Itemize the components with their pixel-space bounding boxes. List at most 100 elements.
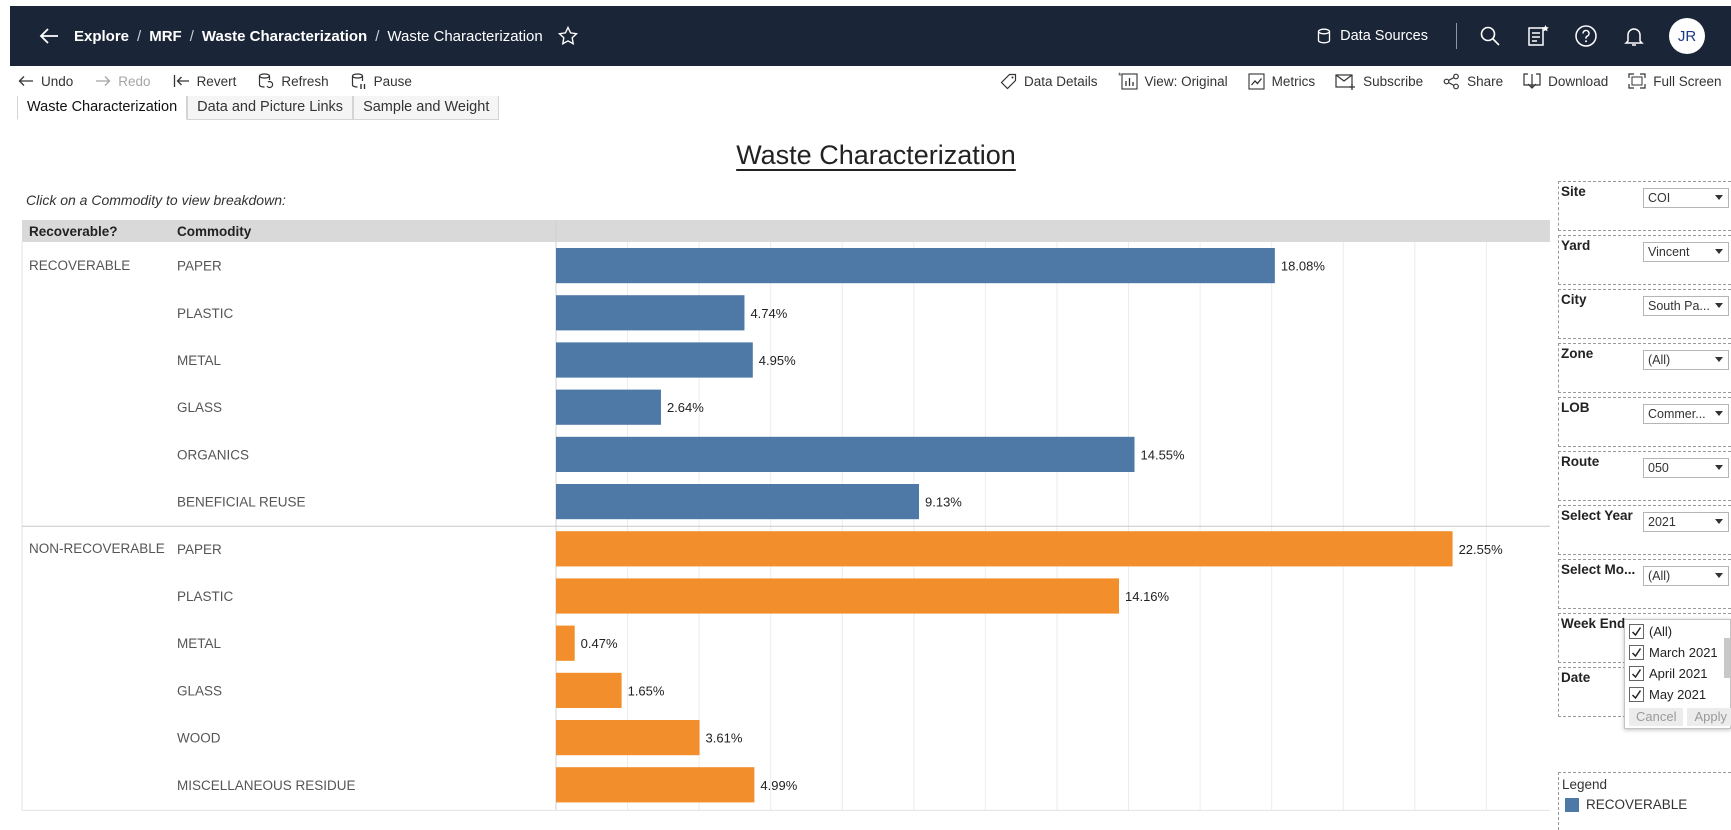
checkmark-icon xyxy=(1631,627,1642,637)
group-label-recoverable: RECOVERABLE xyxy=(29,258,130,273)
chevron-down-icon xyxy=(1715,357,1723,362)
commodity-label[interactable]: METAL xyxy=(177,353,221,368)
chevron-down-icon xyxy=(1715,519,1723,524)
chevron-down-icon xyxy=(1715,303,1723,308)
filter-value: South Pa... xyxy=(1648,299,1710,313)
checkmark-icon xyxy=(1631,669,1642,679)
filter-label: Date xyxy=(1561,670,1591,685)
month-option[interactable]: (All) xyxy=(1629,624,1672,639)
filter-label: Yard xyxy=(1561,238,1591,253)
filter-label: LOB xyxy=(1561,400,1590,415)
data-label: 1.65% xyxy=(628,683,665,698)
data-label: 0.47% xyxy=(581,636,618,651)
bar-recoverable-organics[interactable] xyxy=(556,436,1135,472)
dropdown-actions: Cancel Apply xyxy=(1629,708,1731,726)
legend: Legend RECOVERABLE xyxy=(1558,772,1731,830)
bar-non-recoverable-glass[interactable] xyxy=(556,672,622,708)
filter-select-route[interactable]: 050 xyxy=(1643,458,1729,478)
commodity-label[interactable]: PAPER xyxy=(177,259,222,274)
filter-value: (All) xyxy=(1648,353,1671,367)
checkbox[interactable] xyxy=(1629,624,1644,639)
filter-label: Route xyxy=(1561,454,1600,469)
bar-non-recoverable-paper[interactable] xyxy=(556,531,1453,567)
checkbox[interactable] xyxy=(1629,645,1644,660)
filter-select-yard[interactable]: Vincent xyxy=(1643,242,1729,262)
filter-label: Select Year xyxy=(1561,508,1633,523)
select-month-dropdown: Cancel Apply (All) March 2021 April 2021 Ma… xyxy=(1624,619,1731,729)
filter-select-site[interactable]: COI xyxy=(1643,188,1729,208)
filter-zone: Zone (All) xyxy=(1558,343,1731,393)
legend-item-recoverable[interactable]: RECOVERABLE xyxy=(1565,797,1687,812)
bar-non-recoverable-miscellaneous-residue[interactable] xyxy=(556,767,755,803)
legend-swatch xyxy=(1565,797,1579,812)
group-label-non-recoverable: NON-RECOVERABLE xyxy=(29,541,165,556)
month-option-label: May 2021 xyxy=(1649,687,1707,702)
legend-item-label: RECOVERABLE xyxy=(1586,797,1688,812)
data-label: 2.64% xyxy=(667,400,704,415)
filter-value: Vincent xyxy=(1648,245,1690,259)
month-option-label: (All) xyxy=(1649,624,1673,639)
filter-select-select-year[interactable]: 2021 xyxy=(1643,512,1729,532)
commodity-label[interactable]: PLASTIC xyxy=(177,306,234,321)
month-option-label: March 2021 xyxy=(1649,645,1718,660)
filter-label: Week End xyxy=(1561,616,1626,631)
commodity-label[interactable]: PLASTIC xyxy=(177,589,234,604)
data-label: 4.74% xyxy=(750,306,787,321)
data-label: 22.55% xyxy=(1459,542,1504,557)
filter-select-city[interactable]: South Pa... xyxy=(1643,296,1729,316)
checkmark-icon xyxy=(1631,648,1642,658)
filter-value: (All) xyxy=(1648,569,1671,583)
filter-label: Zone xyxy=(1561,346,1594,361)
filter-select-select-mo[interactable]: (All) xyxy=(1643,566,1729,586)
apply-button[interactable]: Apply xyxy=(1687,708,1731,726)
filter-label: Site xyxy=(1561,184,1586,199)
commodity-label[interactable]: METAL xyxy=(177,636,221,651)
bar-recoverable-glass[interactable] xyxy=(556,389,661,425)
column-header-commodity: Commodity xyxy=(177,224,252,239)
filter-value: 050 xyxy=(1648,461,1669,475)
checkmark-icon xyxy=(1631,690,1642,700)
filter-site: Site COI xyxy=(1558,181,1731,231)
bar-recoverable-beneficial-reuse[interactable] xyxy=(556,484,920,520)
month-option[interactable]: April 2021 xyxy=(1629,666,1708,681)
legend-title: Legend xyxy=(1562,777,1608,792)
commodity-label[interactable]: BENEFICIAL REUSE xyxy=(177,495,306,510)
checkbox[interactable] xyxy=(1629,687,1644,702)
filter-label: City xyxy=(1561,292,1587,307)
chevron-down-icon xyxy=(1715,573,1723,578)
month-option-label: April 2021 xyxy=(1649,666,1708,681)
filter-route: Route 050 xyxy=(1558,451,1731,501)
filter-value: COI xyxy=(1648,191,1671,205)
filter-select-mo: Select Mo... (All) xyxy=(1558,559,1731,609)
chevron-down-icon xyxy=(1715,249,1723,254)
commodity-label[interactable]: PAPER xyxy=(177,542,222,557)
cancel-button[interactable]: Cancel xyxy=(1629,708,1684,726)
bar-recoverable-metal[interactable] xyxy=(556,342,753,378)
checkbox[interactable] xyxy=(1629,666,1644,681)
data-label: 4.99% xyxy=(760,778,797,793)
data-label: 3.61% xyxy=(706,731,743,746)
chevron-down-icon xyxy=(1715,411,1723,416)
chevron-down-icon xyxy=(1715,465,1723,470)
bar-non-recoverable-wood[interactable] xyxy=(556,720,700,756)
column-header-recoverable: Recoverable? xyxy=(29,224,118,239)
bar-recoverable-plastic[interactable] xyxy=(556,295,745,331)
month-option[interactable]: May 2021 xyxy=(1629,687,1706,702)
commodity-label[interactable]: ORGANICS xyxy=(177,447,249,462)
data-label: 18.08% xyxy=(1281,259,1326,274)
bar-recoverable-paper[interactable] xyxy=(556,248,1275,284)
bar-non-recoverable-plastic[interactable] xyxy=(556,578,1120,614)
month-option[interactable]: March 2021 xyxy=(1629,645,1718,660)
dropdown-scrollbar[interactable] xyxy=(1724,638,1730,678)
filter-select-lob[interactable]: Commer... xyxy=(1643,404,1729,424)
filter-select-zone[interactable]: (All) xyxy=(1643,350,1729,370)
filter-value: 2021 xyxy=(1648,515,1676,529)
commodity-label[interactable]: WOOD xyxy=(177,731,221,746)
chevron-down-icon xyxy=(1715,195,1723,200)
commodity-label[interactable]: GLASS xyxy=(177,400,222,415)
bar-non-recoverable-metal[interactable] xyxy=(556,625,575,661)
commodity-label[interactable]: GLASS xyxy=(177,683,222,698)
filter-select-year: Select Year 2021 xyxy=(1558,505,1731,555)
commodity-label[interactable]: MISCELLANEOUS RESIDUE xyxy=(177,778,356,793)
data-label: 4.95% xyxy=(759,353,796,368)
